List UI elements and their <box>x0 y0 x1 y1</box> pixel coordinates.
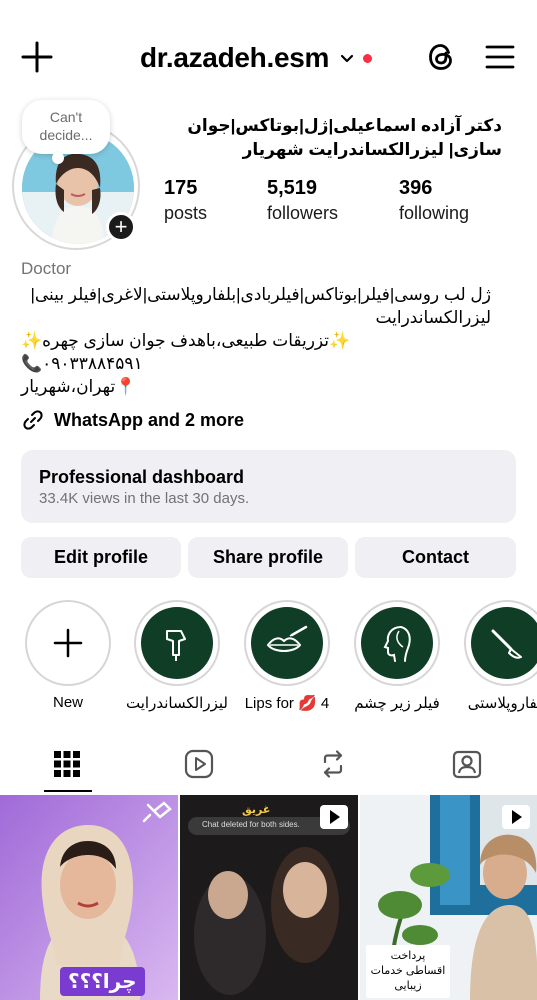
scalpel-icon <box>491 629 522 659</box>
add-story-button[interactable]: + <box>106 212 136 242</box>
dashboard-title: Professional dashboard <box>39 467 245 487</box>
dashboard-subtitle: 33.4K views in the last 30 days. <box>39 490 250 507</box>
threads-button[interactable] <box>424 40 458 74</box>
posts-label: posts <box>164 203 208 223</box>
profile-links[interactable]: WhatsApp and 2 more <box>21 407 244 433</box>
top-bar: dr.azadeh.esm <box>0 0 537 116</box>
active-tab-indicator <box>44 790 92 792</box>
highlight-item[interactable]: لیزرالکساندرایت <box>126 600 228 712</box>
post-caption: چرا؟؟؟ <box>60 967 145 996</box>
highlight-new[interactable]: New <box>24 600 112 711</box>
profile-bio: ژل لب روسی|فیلر|بوتاکس|فیلربادی|بلفاروپل… <box>21 283 491 398</box>
followers-count: 5,519 <box>267 177 318 199</box>
grid-post[interactable]: چرا؟؟؟ <box>0 795 178 1000</box>
following-count: 396 <box>399 177 433 199</box>
lips-syringe-icon <box>266 625 308 652</box>
plus-icon <box>21 41 53 73</box>
followers-label: followers <box>267 203 339 223</box>
following-label: following <box>399 203 470 223</box>
account-switcher[interactable]: dr.azadeh.esm <box>140 40 373 76</box>
profile-stats: 175 posts 5,519 followers 396 following <box>164 175 504 225</box>
bio-phone[interactable]: 📞۰۹۰۳۳۸۸۴۵۹۱ <box>21 352 491 375</box>
bio-location: 📍تهران،شهریار <box>21 377 137 396</box>
tab-reels[interactable] <box>183 748 217 782</box>
post-title: غریق <box>242 804 271 816</box>
link-icon <box>23 410 43 430</box>
tab-posts-grid[interactable] <box>51 748 85 782</box>
note-bubble[interactable]: Can't decide... <box>22 100 110 164</box>
reels-icon <box>184 749 214 779</box>
plus-icon: + <box>114 214 128 239</box>
professional-dashboard[interactable]: Professional dashboard 33.4K views in th… <box>21 450 516 523</box>
contact-button[interactable]: Contact <box>355 537 516 578</box>
notification-dot <box>363 53 373 63</box>
highlight-item[interactable]: Lips for 💋 4 <box>243 600 331 712</box>
posts-grid: چرا؟؟؟ غریق Chat deleted for both sides. <box>0 795 537 1000</box>
post-caption: پرداخت اقساطی خدمات زیبایی <box>366 945 450 998</box>
menu-button[interactable] <box>484 42 516 72</box>
story-highlights: New لیزرالکساندرایت Lips for 💋 4 فیلر زی… <box>0 600 537 720</box>
grid-icon <box>54 751 80 777</box>
share-profile-button[interactable]: Share profile <box>188 537 348 578</box>
repost-icon <box>323 750 343 778</box>
threads-icon <box>429 44 452 70</box>
posts-count: 175 <box>164 177 198 199</box>
bio-line: ✨تزریقات طبیعی،باهدف جوان سازی چهره✨ <box>21 331 351 350</box>
profile-category: Doctor <box>21 259 72 278</box>
bio-line: ژل لب روسی|فیلر|بوتاکس|فیلربادی|بلفاروپل… <box>30 285 491 327</box>
plus-icon <box>53 628 83 658</box>
post-chat-text: Chat deleted for both sides. <box>202 820 300 829</box>
username: dr.azadeh.esm <box>140 42 330 73</box>
profile-full-name: دکتر آزاده اسماعیلی|ژل|بوتاکس|جوان سازی|… <box>187 116 502 159</box>
laser-device-icon <box>166 630 186 661</box>
tab-tagged[interactable] <box>451 748 485 782</box>
grid-post[interactable]: پرداخت اقساطی خدمات زیبایی <box>360 795 537 1000</box>
tab-reposts[interactable] <box>317 748 351 782</box>
highlight-item[interactable]: فیلر زیر چشم <box>353 600 441 712</box>
face-profile-icon <box>383 626 411 662</box>
followers-stat[interactable]: 5,519 followers <box>267 175 338 225</box>
following-stat[interactable]: 396 following <box>399 175 469 225</box>
links-text: WhatsApp and 2 more <box>54 409 245 430</box>
edit-profile-button[interactable]: Edit profile <box>21 537 181 578</box>
profile-tabs <box>0 740 537 794</box>
highlight-item[interactable]: بلفاروپلاستی <box>463 600 537 712</box>
grid-post[interactable]: غریق Chat deleted for both sides. <box>180 795 358 1000</box>
hamburger-menu-icon <box>485 45 515 69</box>
chevron-down-icon <box>340 54 354 63</box>
highlight-label: بلفاروپلاستی <box>467 695 537 712</box>
tagged-icon <box>452 750 482 779</box>
posts-stat[interactable]: 175 posts <box>164 175 207 225</box>
create-post-button[interactable] <box>20 40 54 74</box>
